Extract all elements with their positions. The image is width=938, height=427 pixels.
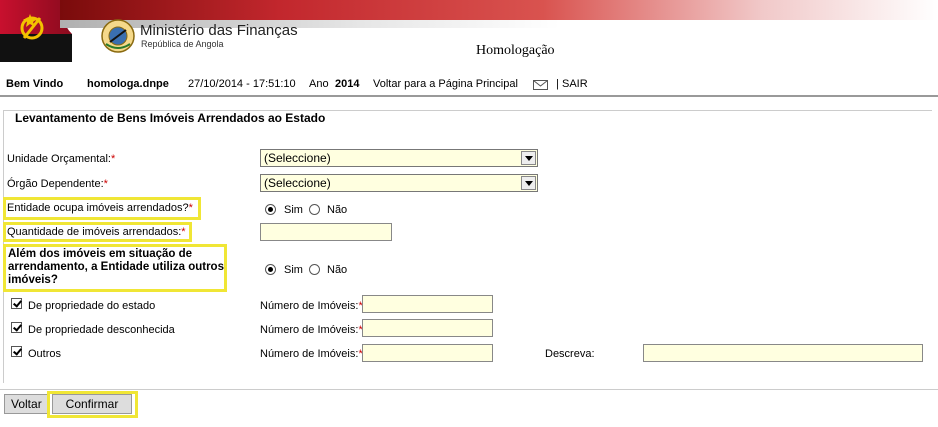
descreva-input[interactable] — [643, 344, 923, 362]
header-banner: Ministério das Finanças República de Ang… — [0, 0, 938, 72]
mail-icon[interactable] — [533, 80, 548, 90]
propriedade-desconhecida-checkbox[interactable] — [11, 322, 22, 333]
outros-checkbox[interactable] — [11, 346, 22, 357]
back-button[interactable]: Voltar — [4, 394, 49, 414]
logout-link[interactable]: SAIR — [562, 78, 588, 90]
form-separator — [0, 389, 938, 390]
alem-sim-label: Sim — [284, 264, 303, 276]
republic-subtitle: República de Angola — [141, 39, 224, 49]
unidade-select[interactable]: (Seleccione) — [260, 149, 538, 167]
banner-stripe — [60, 0, 938, 20]
propriedade-estado-label: De propriedade do estado — [28, 300, 156, 312]
username: homologa.dnpe — [87, 78, 169, 90]
alem-nao-radio[interactable] — [309, 264, 320, 275]
propriedade-desconhecida-label: De propriedade desconhecida — [28, 324, 175, 336]
orgao-select[interactable]: (Seleccione) — [260, 174, 538, 192]
year-value: 2014 — [335, 78, 360, 90]
chevron-down-icon[interactable] — [521, 151, 536, 165]
form-legend: Levantamento de Bens Imóveis Arrendados … — [13, 111, 328, 125]
welcome-label: Bem Vindo — [6, 78, 64, 90]
home-link[interactable]: Voltar para a Página Principal — [373, 78, 518, 90]
outros-label: Outros — [28, 348, 62, 360]
ocupa-nao-label: Não — [327, 204, 348, 216]
coat-of-arms-icon — [101, 19, 135, 53]
num-imoveis-estado-input[interactable] — [362, 295, 493, 313]
alem-sim-radio[interactable] — [265, 264, 276, 275]
num-imoveis-label: Número de Imóveis:* — [260, 348, 363, 360]
num-imoveis-desconhecida-input[interactable] — [362, 319, 493, 337]
separator: | — [556, 78, 559, 90]
quantidade-input[interactable] — [260, 223, 392, 241]
ocupa-nao-radio[interactable] — [309, 204, 320, 215]
num-imoveis-outros-input[interactable] — [362, 344, 493, 362]
unidade-label: Unidade Orçamental:* — [7, 153, 116, 165]
confirm-button[interactable]: Confirmar — [52, 394, 132, 414]
orgao-label: Órgão Dependente:* — [7, 178, 108, 190]
num-imoveis-label: Número de Imóveis:* — [260, 300, 363, 312]
num-imoveis-label: Número de Imóveis:* — [260, 324, 363, 336]
ministry-title: Ministério das Finanças — [140, 22, 298, 39]
ocupa-label: Entidade ocupa imóveis arrendados?* — [7, 202, 193, 214]
environment-label: Homologação — [476, 43, 555, 58]
datetime: 27/10/2014 - 17:51:10 — [188, 78, 296, 90]
alem-label: Além dos imóveis em situação de arrendam… — [8, 248, 224, 286]
propriedade-estado-checkbox[interactable] — [11, 298, 22, 309]
ocupa-sim-label: Sim — [284, 204, 303, 216]
quantidade-label: Quantidade de imóveis arrendados:* — [7, 226, 186, 238]
ocupa-sim-radio[interactable] — [265, 204, 276, 215]
chevron-down-icon[interactable] — [521, 176, 536, 190]
year-label: Ano — [309, 78, 329, 90]
orgao-select-value: (Seleccione) — [264, 176, 331, 190]
descreva-label: Descreva: — [545, 348, 595, 360]
user-info-bar: Bem Vindo homologa.dnpe 27/10/2014 - 17:… — [0, 74, 938, 97]
unidade-select-value: (Seleccione) — [264, 151, 331, 165]
alem-nao-label: Não — [327, 264, 348, 276]
